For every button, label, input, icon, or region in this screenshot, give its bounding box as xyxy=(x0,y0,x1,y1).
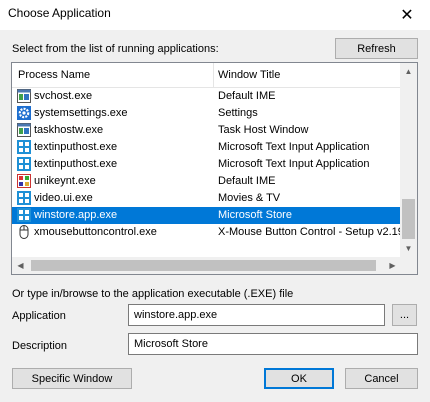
list-rows: svchost.exe Default IME systemsettings.exe… xyxy=(12,88,401,241)
window-icon xyxy=(17,123,31,137)
column-header-process[interactable]: Process Name xyxy=(18,69,90,81)
process-name-cell: taskhostw.exe xyxy=(34,124,104,136)
process-name-cell: systemsettings.exe xyxy=(34,107,128,119)
list-row[interactable]: winstore.app.exe Microsoft Store xyxy=(12,207,401,224)
scrollbar-corner xyxy=(400,257,417,274)
scroll-up-icon[interactable]: ▲ xyxy=(400,63,417,80)
tiles-icon xyxy=(17,140,31,154)
window-title-cell: Default IME xyxy=(218,175,276,187)
horizontal-scrollbar[interactable]: ◀ ▶ xyxy=(12,257,401,274)
window-title-cell: Task Host Window xyxy=(218,124,309,136)
description-field[interactable]: Microsoft Store xyxy=(128,333,418,355)
mouse-icon xyxy=(17,225,31,239)
window-title-cell: Settings xyxy=(218,107,258,119)
list-header: Process Name Window Title xyxy=(12,63,401,88)
list-label: Select from the list of running applicat… xyxy=(12,43,219,55)
close-button[interactable]: ✕ xyxy=(384,0,430,30)
tiles-icon xyxy=(17,208,31,222)
process-name-cell: unikeynt.exe xyxy=(34,175,96,187)
process-name-cell: winstore.app.exe xyxy=(34,209,118,221)
tiles-icon xyxy=(17,157,31,171)
description-label: Description xyxy=(12,340,68,352)
vertical-scroll-thumb[interactable] xyxy=(402,199,415,239)
application-label: Application xyxy=(12,310,66,322)
gear-icon xyxy=(17,106,31,120)
window-icon xyxy=(17,89,31,103)
scroll-left-icon[interactable]: ◀ xyxy=(12,257,29,274)
refresh-button[interactable]: Refresh xyxy=(335,38,418,59)
unikey-icon xyxy=(17,174,31,188)
list-row[interactable]: svchost.exe Default IME xyxy=(12,88,401,105)
list-row[interactable]: systemsettings.exe Settings xyxy=(12,105,401,122)
window-title-cell: Microsoft Store xyxy=(218,209,292,221)
title-bar: Choose Application ✕ xyxy=(0,0,430,30)
list-row[interactable]: taskhostw.exe Task Host Window xyxy=(12,122,401,139)
ok-button[interactable]: OK xyxy=(264,368,334,389)
list-row[interactable]: video.ui.exe Movies & TV xyxy=(12,190,401,207)
window-title-cell: Microsoft Text Input Application xyxy=(218,141,370,153)
process-name-cell: video.ui.exe xyxy=(34,192,93,204)
horizontal-scroll-thumb[interactable] xyxy=(31,260,376,271)
window-title-cell: Microsoft Text Input Application xyxy=(218,158,370,170)
close-icon: ✕ xyxy=(400,7,414,24)
process-name-cell: svchost.exe xyxy=(34,90,93,102)
process-name-cell: textinputhost.exe xyxy=(34,158,118,170)
process-list[interactable]: Process Name Window Title svchost.exe Def… xyxy=(11,62,418,275)
browse-label: Or type in/browse to the application exe… xyxy=(12,288,294,300)
window-title: Choose Application xyxy=(8,6,111,20)
browse-button[interactable]: ... xyxy=(392,304,417,326)
process-name-cell: xmousebuttoncontrol.exe xyxy=(34,226,157,238)
list-row[interactable]: xmousebuttoncontrol.exe X-Mouse Button Co… xyxy=(12,224,401,241)
column-divider[interactable] xyxy=(213,63,214,87)
list-row[interactable]: textinputhost.exe Microsoft Text Input Ap… xyxy=(12,156,401,173)
window-title-cell: Default IME xyxy=(218,90,276,102)
scroll-down-icon[interactable]: ▼ xyxy=(400,240,417,257)
window-title-cell: X-Mouse Button Control - Setup v2.19 xyxy=(218,226,400,238)
window-title-cell: Movies & TV xyxy=(218,192,281,204)
column-header-window-title[interactable]: Window Title xyxy=(218,69,280,81)
list-row[interactable]: textinputhost.exe Microsoft Text Input Ap… xyxy=(12,139,401,156)
vertical-scrollbar[interactable]: ▲ ▼ xyxy=(400,63,417,257)
tiles-icon xyxy=(17,191,31,205)
specific-window-button[interactable]: Specific Window xyxy=(12,368,132,389)
application-field[interactable]: winstore.app.exe xyxy=(128,304,385,326)
list-row[interactable]: unikeynt.exe Default IME xyxy=(12,173,401,190)
cancel-button[interactable]: Cancel xyxy=(345,368,418,389)
process-name-cell: textinputhost.exe xyxy=(34,141,118,153)
scroll-right-icon[interactable]: ▶ xyxy=(384,257,401,274)
